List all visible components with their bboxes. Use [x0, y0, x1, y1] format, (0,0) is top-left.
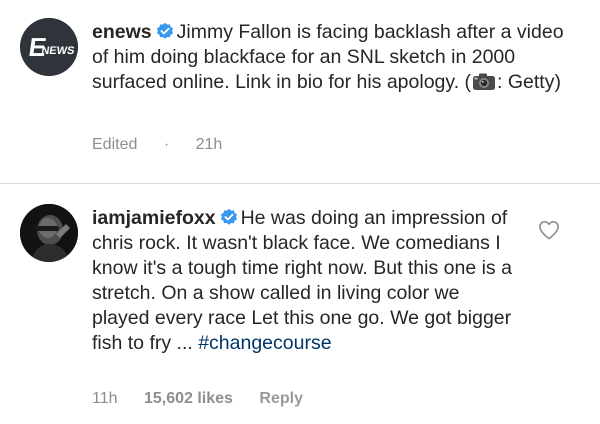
- iamjamiefoxx-avatar[interactable]: [20, 204, 78, 262]
- profile-photo-icon: [20, 204, 78, 262]
- post-caption: E NEWS enews Jimmy Fallon is facing backl…: [0, 0, 600, 182]
- enews-logo-icon: E NEWS: [20, 18, 78, 76]
- edited-label: Edited · 21h: [92, 136, 223, 153]
- caption-credit: : Getty): [497, 71, 561, 93]
- comment-likes-count[interactable]: 15,602 likes: [144, 390, 233, 407]
- verified-badge-icon: [156, 22, 174, 40]
- comment-text: iamjamiefoxx He was doing an impression o…: [92, 206, 522, 356]
- caption-text: enews Jimmy Fallon is facing backlash aft…: [92, 20, 572, 98]
- caption-meta: Edited · 21h: [92, 136, 266, 154]
- enews-avatar[interactable]: E NEWS: [20, 18, 78, 76]
- comment-timestamp[interactable]: 11h: [92, 390, 118, 407]
- comment-item: iamjamiefoxx He was doing an impression o…: [0, 184, 600, 424]
- reply-button[interactable]: Reply: [259, 390, 303, 407]
- comment-meta: 11h 15,602 likes Reply: [92, 390, 325, 408]
- camera-emoji-icon: [472, 72, 496, 98]
- svg-text:NEWS: NEWS: [41, 45, 76, 57]
- hashtag-link[interactable]: #changecourse: [198, 332, 331, 354]
- caption-username[interactable]: enews: [92, 21, 152, 43]
- verified-badge-icon: [220, 208, 238, 226]
- caption-timestamp[interactable]: 21h: [196, 136, 223, 153]
- like-heart-icon[interactable]: [538, 220, 560, 245]
- comment-username[interactable]: iamjamiefoxx: [92, 207, 216, 229]
